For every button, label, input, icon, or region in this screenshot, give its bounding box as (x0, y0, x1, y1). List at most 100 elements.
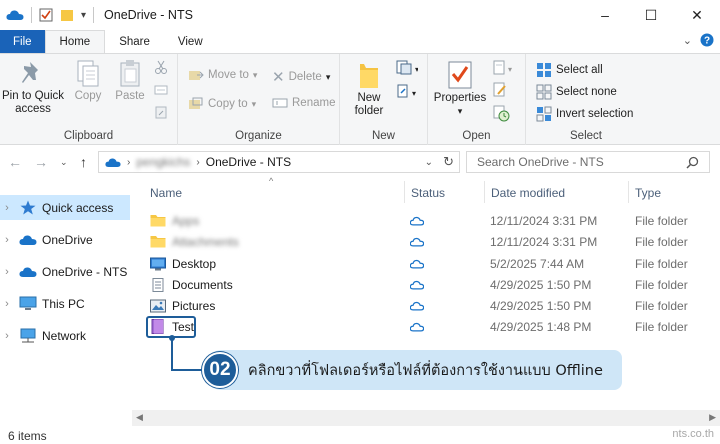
tab-home[interactable]: Home (44, 30, 106, 53)
properties-button[interactable]: Properties ▾ (432, 58, 488, 118)
new-folder-button[interactable]: New folder (348, 58, 390, 118)
move-to-icon (189, 71, 204, 80)
refresh-icon[interactable]: ↻ (443, 154, 454, 170)
pin-to-quick-access-button[interactable]: Pin to Quick access (2, 58, 64, 116)
minimize-button[interactable]: – (582, 0, 628, 30)
nav-item-network[interactable]: › Network (0, 323, 130, 348)
easy-access-icon[interactable]: ▾ (396, 84, 418, 100)
tab-file[interactable]: File (0, 30, 45, 53)
delete-label: Delete (288, 71, 322, 83)
copy-button[interactable]: Copy (70, 58, 106, 103)
search-box[interactable]: Search OneDrive - NTS (466, 151, 710, 173)
table-row[interactable]: Apps 12/11/2024 3:31 PM File folder (146, 210, 720, 231)
path-segment-user[interactable]: pengkichs (136, 155, 190, 169)
open-group-label: Open (462, 130, 491, 142)
expand-chevron-icon[interactable]: › (0, 234, 14, 246)
horizontal-scrollbar[interactable]: ◀ ▶ (132, 410, 720, 426)
column-header-type[interactable]: Type (635, 179, 661, 207)
nav-label: This PC (42, 296, 85, 311)
expand-chevron-icon[interactable]: › (0, 298, 14, 310)
window-title: OneDrive - NTS (104, 8, 193, 22)
star-icon (20, 200, 36, 215)
file-date: 4/29/2025 1:50 PM (490, 277, 592, 292)
paste-shortcut-icon[interactable] (154, 105, 168, 119)
invert-selection-label: Invert selection (556, 108, 634, 120)
select-none-icon (536, 84, 552, 100)
recent-locations-chevron-icon[interactable]: ⌄ (60, 157, 68, 168)
copy-to-button[interactable]: Copy to ▾ (188, 97, 256, 111)
forward-arrow-icon[interactable]: → (34, 154, 48, 170)
onedrive-cloud-icon (6, 10, 24, 20)
table-row[interactable]: Test 4/29/2025 1:48 PM File folder (146, 316, 720, 337)
step-badge: 02 (202, 352, 238, 388)
new-group-label: New (371, 130, 395, 142)
column-separator[interactable] (404, 181, 405, 203)
nav-item-this-pc[interactable]: › This PC (0, 291, 130, 316)
copy-icon (77, 60, 99, 87)
select-all-icon (537, 63, 551, 77)
nav-label: OneDrive - NTS (42, 264, 128, 279)
column-header-date[interactable]: Date modified (491, 179, 565, 207)
tab-view[interactable]: View (164, 30, 217, 53)
help-icon[interactable]: ? (700, 33, 714, 47)
cut-icon[interactable] (154, 60, 168, 74)
back-arrow-icon[interactable]: ← (8, 154, 22, 170)
scroll-right-icon[interactable]: ▶ (709, 412, 716, 423)
copy-to-label: Copy to (208, 98, 248, 110)
edit-icon[interactable] (492, 82, 508, 98)
ribbon-tabs: File Home Share View ⌄ ? (0, 30, 720, 53)
paste-button[interactable]: Paste (112, 58, 148, 103)
title-separator (93, 7, 95, 23)
nav-item-onedrive[interactable]: › OneDrive (0, 227, 130, 252)
nav-item-onedrive-nts[interactable]: › OneDrive - NTS (0, 259, 130, 284)
select-none-button[interactable]: Select none (536, 84, 617, 100)
new-item-icon[interactable]: ▾ (396, 60, 418, 76)
pictures-folder-icon (150, 299, 166, 312)
nav-item-quick-access[interactable]: › Quick access (0, 195, 130, 220)
table-row[interactable]: Desktop 5/2/2025 7:44 AM File folder (146, 253, 720, 274)
organize-group: Move to ▾ Copy to ▾ ✕ Delete ▾ Rename Organ… (178, 54, 340, 145)
delete-button[interactable]: ✕ Delete ▾ (272, 68, 330, 86)
select-all-button[interactable]: Select all (536, 62, 603, 78)
copy-path-icon[interactable] (154, 84, 168, 96)
column-header-status[interactable]: Status (411, 179, 445, 207)
watermark: nts.co.th (672, 428, 714, 440)
expand-chevron-icon[interactable]: › (0, 266, 14, 278)
new-folder-quick-icon[interactable] (60, 8, 74, 22)
path-segment-current[interactable]: OneDrive - NTS (206, 155, 291, 169)
up-arrow-icon[interactable]: ↑ (80, 154, 87, 170)
address-bar[interactable]: › pengkichs › OneDrive - NTS ⌄ ↻ (98, 151, 460, 173)
title-bar: ▾ OneDrive - NTS – ☐ ✕ (0, 0, 720, 30)
scroll-left-icon[interactable]: ◀ (136, 412, 143, 423)
properties-quick-icon[interactable] (39, 8, 53, 22)
network-icon (20, 328, 36, 343)
properties-dropdown-icon: ▾ (457, 106, 463, 116)
rename-button[interactable]: Rename (272, 97, 335, 109)
move-to-button[interactable]: Move to ▾ (188, 68, 257, 82)
close-button[interactable]: ✕ (674, 0, 720, 30)
table-row[interactable]: Pictures 4/29/2025 1:50 PM File folder (146, 295, 720, 316)
invert-selection-button[interactable]: Invert selection (536, 106, 633, 122)
delete-x-icon: ✕ (272, 69, 285, 86)
column-separator[interactable] (628, 181, 629, 203)
expand-chevron-icon[interactable]: › (0, 330, 14, 342)
table-row[interactable]: Documents 4/29/2025 1:50 PM File folder (146, 274, 720, 295)
maximize-button[interactable]: ☐ (628, 0, 674, 30)
copy-to-dropdown-icon: ▾ (251, 98, 257, 109)
column-header-name[interactable]: Name (150, 179, 182, 207)
expand-chevron-icon[interactable]: › (0, 202, 14, 214)
quick-access-toolbar-dropdown-icon[interactable]: ▾ (81, 10, 86, 21)
tab-share[interactable]: Share (105, 30, 164, 53)
open-icon[interactable]: ▾ (492, 60, 514, 76)
file-type: File folder (635, 298, 688, 313)
clipboard-group-label: Clipboard (63, 130, 114, 142)
file-type: File folder (635, 256, 688, 271)
folder-icon (150, 236, 166, 248)
select-none-label: Select none (556, 86, 617, 98)
table-row[interactable]: Attachments 12/11/2024 3:31 PM File fold… (146, 231, 720, 252)
column-separator[interactable] (484, 181, 485, 203)
address-dropdown-icon[interactable]: ⌄ (425, 157, 433, 168)
history-icon[interactable] (492, 104, 510, 122)
collapse-ribbon-icon[interactable]: ⌄ (683, 34, 692, 47)
svg-text:▾: ▾ (412, 89, 416, 98)
